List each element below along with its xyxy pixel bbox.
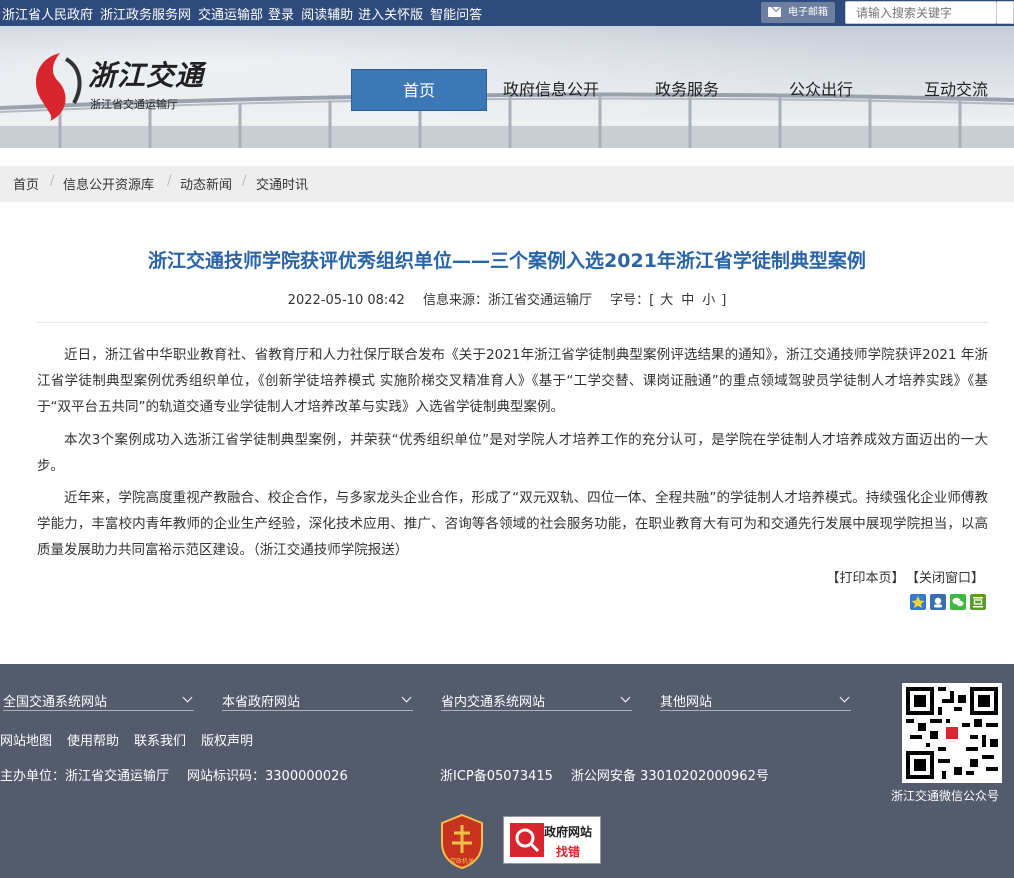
- party-gov-badge[interactable]: 党政机关: [438, 813, 486, 869]
- breadcrumb-traffic[interactable]: 交通时讯: [256, 174, 308, 193]
- badge1-text: 党政机关: [450, 857, 474, 865]
- chevron-down-icon: [182, 692, 193, 703]
- article-paragraph: 近日，浙江省中华职业教育社、省教育厅和人力社保厅联合发布《关于2021年浙江省学…: [37, 347, 988, 415]
- host-unit: 主办单位：浙江省交通运输厅 网站标识码：3300000026: [0, 765, 348, 784]
- contact-link[interactable]: 联系我们: [134, 734, 186, 749]
- sitemap-link[interactable]: 网站地图: [0, 734, 52, 749]
- province-gov-sites-select[interactable]: 本省政府网站: [222, 691, 413, 711]
- close-window-link[interactable]: 【关闭窗口】: [912, 571, 984, 586]
- link-mot[interactable]: 交通运输部: [198, 8, 263, 23]
- title-divider: [37, 322, 988, 323]
- chevron-down-icon: [620, 692, 631, 703]
- magnifier-icon: [510, 823, 544, 857]
- print-link[interactable]: 【打印本页】: [826, 571, 904, 586]
- font-size-close: ]: [721, 293, 727, 308]
- article-source: 信息来源：浙江省交通运输厅: [422, 293, 592, 308]
- email-button[interactable]: 电子邮箱: [761, 2, 835, 23]
- site-code: 网站标识码：3300000026: [187, 769, 348, 784]
- douban-share-icon[interactable]: [970, 594, 986, 610]
- nav-travel[interactable]: 公众出行: [789, 69, 853, 111]
- qzone-share-icon[interactable]: [910, 594, 926, 610]
- breadcrumb-resources[interactable]: 信息公开资源库: [63, 174, 154, 193]
- top-links: 浙江省人民政府 浙江政务服务网 交通运输部 登录 阅读辅助 进入关怀版 智能问答: [2, 4, 489, 23]
- logo-name: 浙江交通: [88, 59, 205, 92]
- chevron-down-icon: [401, 692, 412, 703]
- nav-services[interactable]: 政务服务: [655, 69, 719, 111]
- select-value: 省内交通系统网站: [441, 695, 546, 710]
- nav-interaction[interactable]: 互动交流: [924, 69, 988, 111]
- font-small-button[interactable]: 小: [702, 293, 715, 308]
- host-text: 主办单位：浙江省交通运输厅: [0, 769, 170, 784]
- help-link[interactable]: 使用帮助: [67, 734, 119, 749]
- chevron-down-icon: [839, 692, 850, 703]
- top-bar: 浙江省人民政府 浙江政务服务网 交通运输部 登录 阅读辅助 进入关怀版 智能问答 电子邮箱: [0, 0, 1014, 26]
- reading-aid-link[interactable]: 阅读辅助: [301, 8, 353, 23]
- wechat-qr-code: [902, 683, 1002, 783]
- search-button[interactable]: [997, 1, 1014, 24]
- gov-site-error-report[interactable]: 政府网站 找错: [503, 816, 601, 864]
- article-title: 浙江交通技师学院获评优秀组织单位——三个案例入选2021年浙江省学徒制典型案例: [148, 250, 866, 272]
- select-value: 全国交通系统网站: [3, 695, 108, 710]
- search-input[interactable]: [845, 1, 997, 24]
- logo-subtitle: 浙江省交通运输厅: [90, 98, 178, 111]
- header-banner: 浙江交通 浙江省交通运输厅 首页 政府信息公开 政务服务 公众出行 互动交流: [0, 26, 1014, 148]
- nav-home[interactable]: 首页: [351, 69, 487, 111]
- logo-icon: [36, 53, 82, 121]
- other-sites-select[interactable]: 其他网站: [660, 691, 851, 711]
- care-mode-link[interactable]: 进入关怀版: [358, 8, 423, 23]
- article-date: 2022-05-10 08:42: [287, 293, 405, 308]
- font-size-label: 字号：[: [610, 293, 655, 308]
- wechat-share-icon[interactable]: [950, 594, 966, 610]
- smart-qa-link[interactable]: 智能问答: [430, 8, 482, 23]
- badge2-line1: 政府网站: [544, 825, 593, 839]
- login-link[interactable]: 登录: [268, 8, 294, 23]
- select-value: 其他网站: [660, 695, 713, 710]
- article-paragraph: 本次3个案例成功入选浙江省学徒制典型案例，并荣获“优秀组织单位”是对学院人才培养…: [37, 432, 988, 474]
- select-value: 本省政府网站: [222, 695, 301, 710]
- link-zj-gov[interactable]: 浙江省人民政府: [2, 8, 93, 23]
- email-label: 电子邮箱: [788, 7, 828, 18]
- police-record-link[interactable]: 浙公网安备 33010202000962号: [571, 769, 769, 784]
- font-large-button[interactable]: 大: [660, 293, 673, 308]
- badge2-line2: 找错: [556, 845, 581, 859]
- icp-link[interactable]: 浙ICP备05073415: [440, 769, 553, 784]
- breadcrumb-home[interactable]: 首页: [13, 174, 39, 193]
- registration-info: 浙ICP备05073415 浙公网安备 33010202000962号: [440, 765, 769, 784]
- mail-icon: [768, 7, 781, 17]
- link-zj-service[interactable]: 浙江政务服务网: [100, 8, 191, 23]
- breadcrumb-separator: /: [242, 174, 247, 189]
- article-paragraph: 近年来，学院高度重视产教融合、校企合作，与多家龙头企业合作，形成了“双元双轨、四…: [37, 490, 988, 558]
- nav-gov-info[interactable]: 政府信息公开: [503, 69, 599, 111]
- province-transport-sites-select[interactable]: 省内交通系统网站: [441, 691, 632, 711]
- footer: 全国交通系统网站 本省政府网站 省内交通系统网站 其他网站 网站地图 使用帮助 联系…: [0, 664, 1014, 878]
- breadcrumb-separator: /: [167, 174, 172, 189]
- qr-code-icon: [906, 687, 998, 779]
- breadcrumb-separator: /: [50, 174, 55, 189]
- breadcrumb: 首页 / 信息公开资源库 / 动态新闻 / 交通时讯: [0, 166, 1014, 202]
- national-transport-sites-select[interactable]: 全国交通系统网站: [3, 691, 194, 711]
- breadcrumb-news[interactable]: 动态新闻: [180, 174, 232, 193]
- font-medium-button[interactable]: 中: [681, 293, 694, 308]
- copyright-link[interactable]: 版权声明: [201, 734, 253, 749]
- article-tools: 【打印本页】 【关闭窗口】: [818, 567, 984, 586]
- qr-caption: 浙江交通微信公众号: [891, 789, 1000, 803]
- article-meta: 2022-05-10 08:42 信息来源：浙江省交通运输厅 字号：[ 大中小]: [0, 289, 1014, 308]
- weibo-share-icon[interactable]: [930, 594, 946, 610]
- footer-links: 网站地图 使用帮助 联系我们 版权声明: [0, 730, 268, 749]
